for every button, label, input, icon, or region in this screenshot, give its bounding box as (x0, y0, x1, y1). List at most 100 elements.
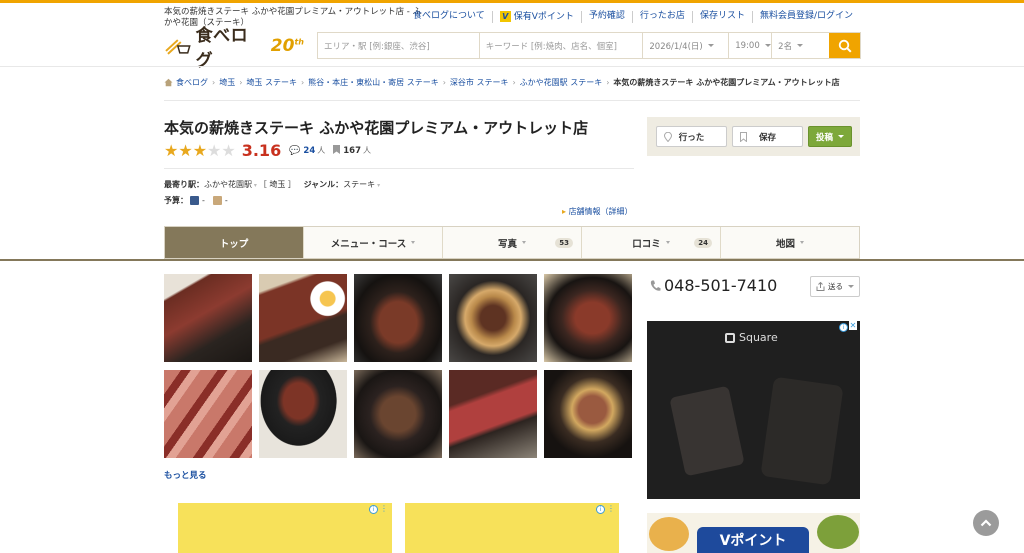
nav-about[interactable]: 食べログについて (406, 11, 492, 23)
logo-chopsticks-icon (165, 39, 191, 55)
keyword-input[interactable]: キーワード [例:焼肉、店名、個室] (479, 33, 644, 58)
ad-menu-icon[interactable]: ⋮ (607, 504, 615, 513)
ad-info-icon[interactable]: i (596, 505, 605, 514)
more-photos-link[interactable]: もっと見る (164, 469, 207, 481)
back-to-top-button[interactable] (973, 510, 999, 536)
ad-menu-icon[interactable]: ⋮ (380, 504, 388, 513)
save-unit: 人 (363, 146, 372, 155)
nav-vpoint[interactable]: V 保有Vポイント (491, 11, 581, 23)
genre-link[interactable]: ステーキ (343, 180, 375, 189)
square-logo-icon (725, 332, 735, 343)
chevron-down-icon (665, 241, 670, 244)
station-link[interactable]: ふかや花園駅 (204, 180, 252, 189)
ad-info-icon[interactable]: i (369, 505, 378, 514)
budget-row: 予算： - - (164, 196, 228, 205)
nav-reservations[interactable]: 予約確認 (580, 11, 632, 23)
nav-visited[interactable]: 行ったお店 (631, 11, 692, 23)
star-icon: ★ (221, 140, 236, 160)
terminal-image (760, 376, 844, 486)
breadcrumb-item[interactable]: 熊谷・本庄・東松山・寄居 ステーキ (308, 77, 439, 88)
breadcrumb-item[interactable]: 埼玉 ステーキ (246, 77, 297, 88)
search-bar: エリア・駅 [例:銀座、渋谷] キーワード [例:焼肉、店名、個室] 2026/… (317, 32, 861, 59)
tab-underline (0, 259, 1024, 261)
vpoint-ad[interactable]: Vポイント (647, 513, 860, 553)
breadcrumb: 食べログ › 埼玉 › 埼玉 ステーキ › 熊谷・本庄・東松山・寄居 ステーキ › 深谷… (164, 77, 840, 88)
review-count[interactable]: 24 (303, 146, 315, 156)
photo-thumbnail[interactable] (354, 274, 442, 362)
breadcrumb-item[interactable]: 深谷市 ステーキ (450, 77, 509, 88)
star-icon: ★ (192, 140, 208, 160)
tab-menu[interactable]: メニュー・コース (303, 227, 442, 258)
search-button[interactable] (829, 33, 860, 58)
photo-thumbnail[interactable] (449, 274, 537, 362)
chevron-down-icon (797, 44, 804, 47)
square-ad[interactable]: Square i ✕ (647, 321, 860, 499)
photo-thumbnail[interactable] (544, 274, 632, 362)
vpoint-banner-text: Vポイント (697, 527, 809, 553)
share-button[interactable]: 送る (810, 276, 860, 297)
star-icon: ★ (164, 140, 179, 160)
photo-thumbnail[interactable] (259, 274, 347, 362)
ad-close-icon[interactable]: ✕ (849, 321, 857, 330)
ad-info-icon[interactable]: i (839, 323, 848, 332)
comment-icon: 💬 (289, 145, 301, 156)
tab-reviews[interactable]: 口コミ 24 (581, 227, 720, 258)
tabelog-logo[interactable]: 食べログ 20th (164, 26, 304, 71)
food-image (817, 515, 859, 549)
chevron-down-icon (707, 44, 714, 47)
chevron-down-icon (838, 135, 844, 138)
bookmark-icon (740, 131, 747, 142)
restaurant-name: 本気の薪焼きステーキ ふかや花園プレミアム・アウトレット店 (164, 119, 589, 137)
nav-saved-list[interactable]: 保存リスト (691, 11, 752, 23)
photo-thumbnail[interactable] (449, 370, 537, 458)
chevron-up-icon (980, 519, 992, 527)
chevron-down-icon (848, 285, 854, 288)
photo-thumbnail[interactable] (164, 370, 252, 458)
lunch-icon (212, 196, 222, 205)
photo-thumbnail[interactable] (164, 274, 252, 362)
rating-score: 3.16 (241, 141, 282, 160)
review-count-badge: 24 (694, 237, 712, 248)
photo-thumbnail[interactable] (354, 370, 442, 458)
tab-map[interactable]: 地図 (720, 227, 859, 258)
food-image (649, 517, 689, 551)
square-brand: Square (725, 331, 778, 344)
rating-row: ★ ★ ★ ★ ★ 3.16 💬 24 人 167 人 (164, 141, 371, 160)
top-accent-bar (0, 0, 1024, 3)
logo-anniversary: 20th (270, 36, 304, 56)
restaurant-tabs: トップ メニュー・コース 写真 53 口コミ 24 地図 (164, 226, 860, 259)
people-select[interactable]: 2名 (772, 33, 830, 58)
post-button[interactable]: 投稿 (808, 126, 852, 147)
phone-icon (650, 280, 661, 291)
dinner-icon (190, 196, 199, 205)
save-count: 167 (343, 145, 362, 156)
breadcrumb-divider (164, 100, 860, 101)
photo-thumbnail[interactable] (544, 370, 632, 458)
save-button[interactable]: 保存 (732, 126, 803, 147)
tab-photos[interactable]: 写真 53 (442, 227, 581, 258)
breadcrumb-item[interactable]: 食べログ (176, 77, 208, 88)
phone-number[interactable]: 048-501-7410 (650, 276, 777, 295)
chevron-down-icon (800, 241, 804, 244)
nav-register-login[interactable]: 無料会員登録/ログイン (751, 11, 860, 23)
chevron-down-icon (764, 44, 771, 47)
prefecture: ［ 埼玉 ］ (258, 180, 296, 189)
home-icon (164, 78, 173, 87)
ad-banner[interactable]: i ⋮ (405, 503, 619, 553)
tab-top[interactable]: トップ (165, 227, 303, 258)
breadcrumb-item[interactable]: ふかや花園駅 ステーキ (520, 77, 603, 88)
breadcrumb-current: 本気の薪焼きステーキ ふかや花園プレミアム・アウトレット店 (613, 78, 840, 87)
breadcrumb-item[interactable]: 埼玉 (219, 77, 235, 88)
chevron-down-icon (411, 241, 416, 244)
photo-thumbnail[interactable] (259, 370, 347, 458)
time-select[interactable]: 19:00 (729, 33, 773, 58)
area-input[interactable]: エリア・駅 [例:銀座、渋谷] (318, 33, 480, 58)
date-select[interactable]: 2026/1/4(日) (643, 33, 730, 58)
ad-banner[interactable]: i ⋮ (178, 503, 392, 553)
logo-text: 食べログ (195, 26, 249, 71)
search-icon (838, 39, 852, 53)
detail-info-link[interactable]: ▸ 店舗情報（詳細） (562, 206, 633, 217)
vpoint-icon: V (499, 11, 511, 22)
went-button[interactable]: 行った (656, 126, 727, 147)
action-panel: 行った 保存 投稿 (647, 117, 860, 156)
